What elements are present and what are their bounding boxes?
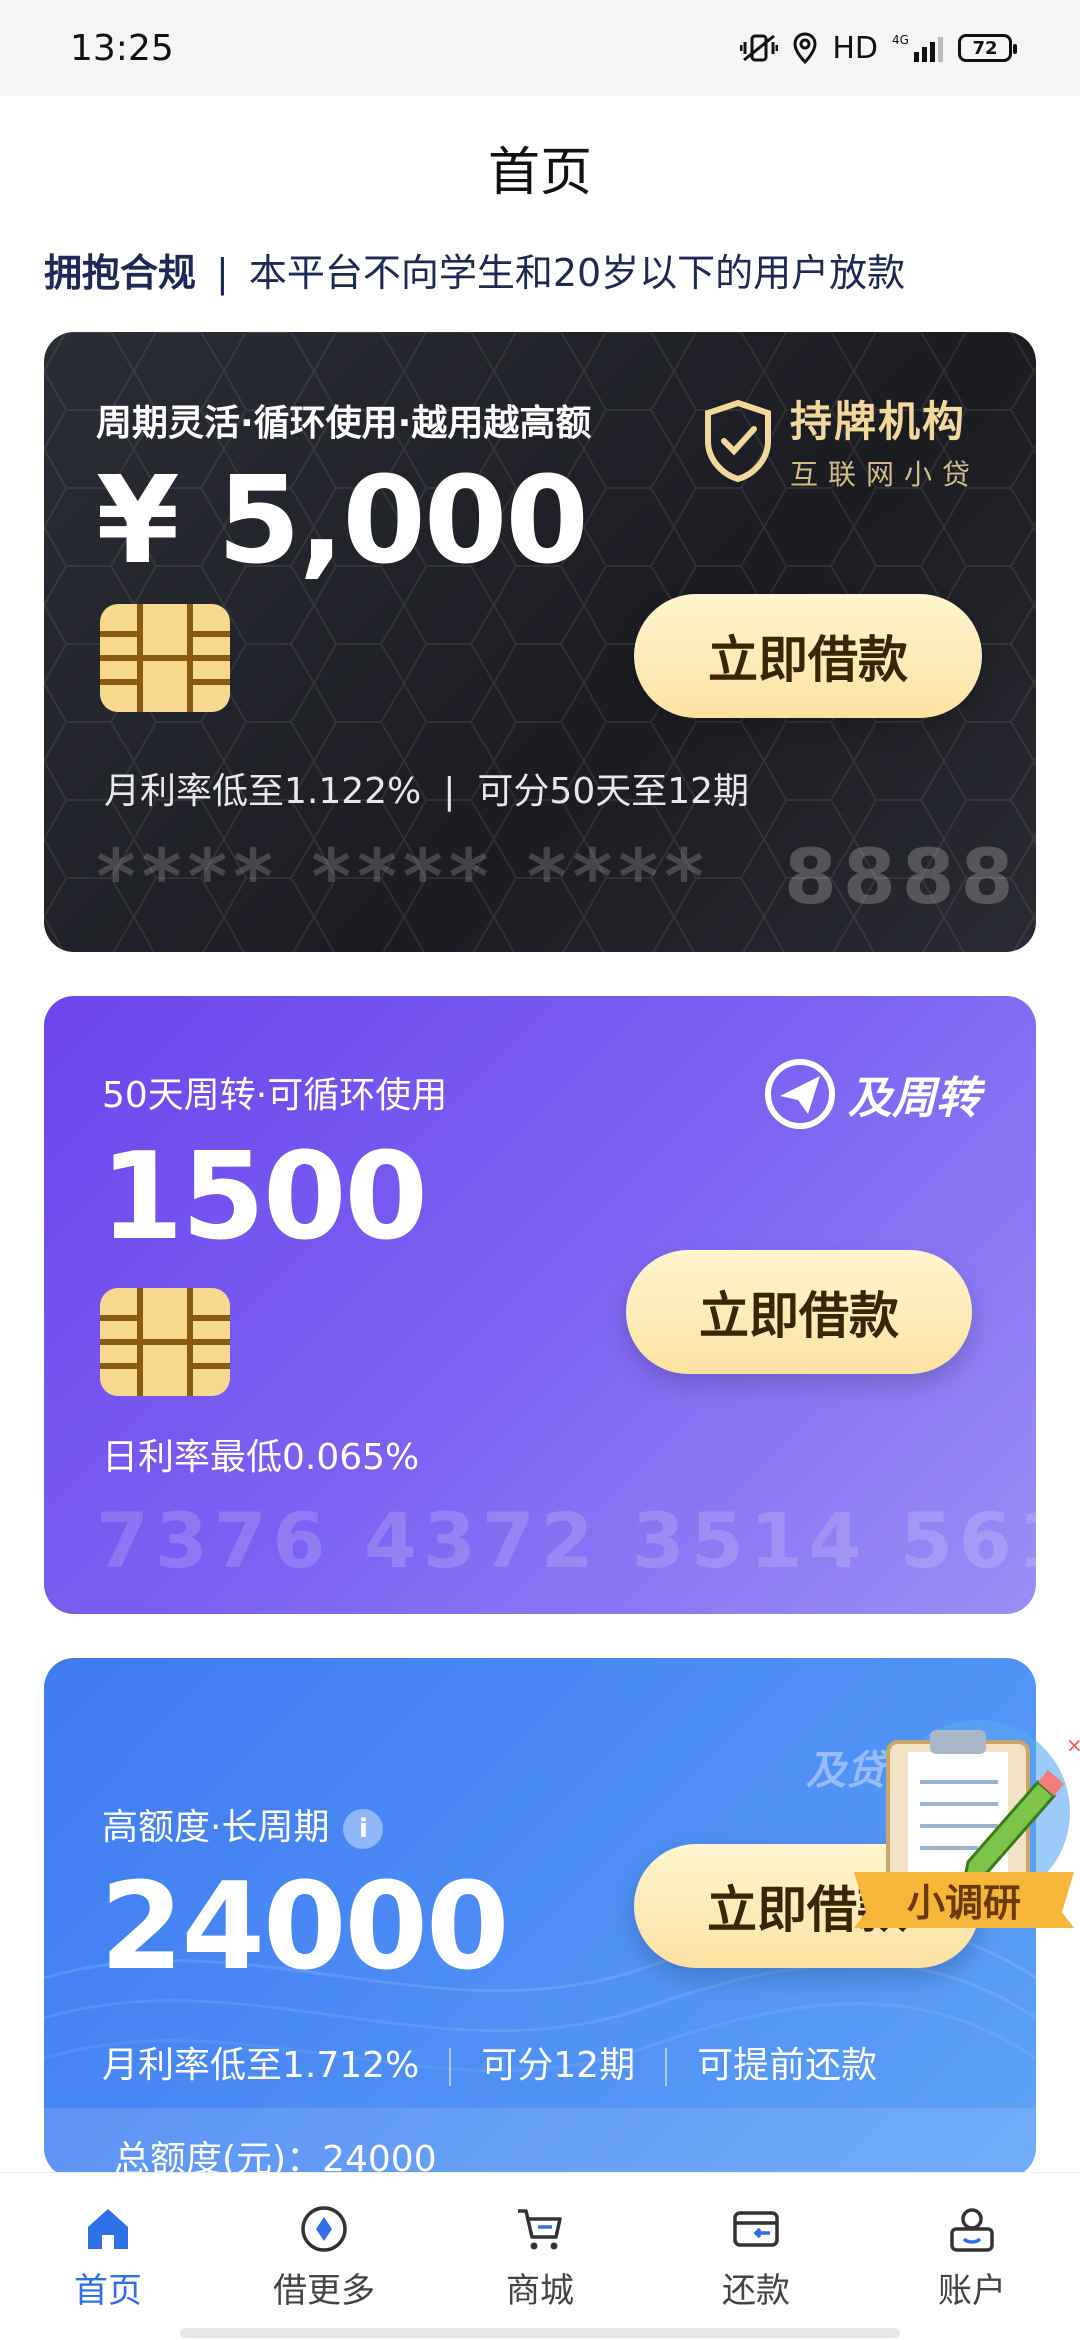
notice-text: 本平台不向学生和20岁以下的用户放款 <box>248 251 906 295</box>
home-indicator[interactable] <box>180 2328 900 2338</box>
paper-plane-icon <box>765 1059 835 1129</box>
card-icon <box>733 2211 779 2247</box>
notice-separator: | <box>216 251 229 295</box>
card-number: 7376 4372 3514 5610 <box>96 1496 1036 1585</box>
survey-float-button[interactable]: 小调研 × <box>848 1712 1080 1940</box>
nav-account[interactable]: 账户 <box>892 2203 1052 2312</box>
nav-borrow-more[interactable]: 借更多 <box>244 2203 404 2312</box>
nav-repay[interactable]: 还款 <box>676 2203 836 2312</box>
chip-icon <box>100 1288 230 1396</box>
shield-check-icon <box>704 399 771 482</box>
loan-card-licensed[interactable]: 周期灵活·循环使用·越用越高额 持牌机构 互联网小贷 ¥ 5,000 立即借款 … <box>44 332 1036 952</box>
clipboard-pencil-icon: 小调研 × <box>854 1720 1080 1928</box>
nav-label: 还款 <box>722 2271 790 2311</box>
card-subtitle: 高额度·长周期 <box>102 1807 330 1848</box>
card-subtitle: 周期灵活·循环使用·越用越高额 <box>96 403 592 444</box>
installment-info: 可分12期 <box>481 2045 636 2086</box>
vibrate-icon <box>740 33 779 63</box>
license-main-text: 持牌机构 <box>789 397 966 446</box>
rate-separator: | <box>443 771 456 812</box>
nav-mall[interactable]: 商城 <box>460 2203 620 2312</box>
compass-icon <box>301 2206 347 2252</box>
status-bar: 13:25 HD 4G 72 <box>0 0 1080 96</box>
total-limit-bar: 总额度(元)：24000 <box>44 2108 1036 2178</box>
home-icon <box>88 2209 128 2249</box>
nav-label: 首页 <box>74 2271 142 2311</box>
card-number-masked: **** **** **** <box>96 832 710 921</box>
license-badge: 持牌机构 互联网小贷 <box>702 388 980 493</box>
card-number-tail: 8888 <box>784 832 1020 921</box>
signal-icon: 4G <box>892 32 944 64</box>
brand-logo: 及周转 <box>764 1058 980 1130</box>
page-title: 首页 <box>487 143 592 203</box>
card-subtitle-wrap: 高额度·长周期 i <box>102 1798 384 1850</box>
chip-icon <box>100 604 230 712</box>
network-label: 4G <box>892 33 909 47</box>
notice-label: 拥抱合规 <box>44 251 197 295</box>
nav-label: 借更多 <box>273 2271 375 2311</box>
battery-icon: 72 <box>958 34 1017 62</box>
credit-amount: 1500 <box>100 1128 428 1267</box>
status-icons: HD 4G 72 <box>740 30 1017 66</box>
survey-label: 小调研 <box>907 1881 1021 1925</box>
monthly-rate: 月利率低至1.712% <box>102 2045 420 2086</box>
nav-home[interactable]: 首页 <box>28 2203 188 2312</box>
location-icon <box>792 32 818 64</box>
rate-info: 月利率低至1.122% | 可分50天至12期 <box>104 762 749 814</box>
cart-icon <box>518 2209 562 2250</box>
installment-info: 可分50天至12期 <box>477 771 750 812</box>
survey-close-icon: × <box>1066 1733 1080 1757</box>
rate-info: 月利率低至1.712% 可分12期 可提前还款 <box>102 2036 877 2088</box>
user-icon <box>950 2208 994 2252</box>
borrow-now-button[interactable]: 立即借款 <box>634 594 982 718</box>
loan-card-turnover[interactable]: 50天周转·可循环使用 及周转 1500 立即借款 日利率最低0.065% 73… <box>44 996 1036 1614</box>
status-time: 13:25 <box>70 27 174 69</box>
monthly-rate: 月利率低至1.122% <box>104 771 422 812</box>
credit-amount: 24000 <box>100 1858 509 1997</box>
early-repay-info: 可提前还款 <box>697 2045 878 2086</box>
info-icon[interactable]: i <box>343 1809 384 1849</box>
daily-rate: 日利率最低0.065% <box>102 1437 420 1478</box>
nav-label: 商城 <box>506 2271 574 2311</box>
nav-label: 账户 <box>938 2271 1006 2311</box>
bottom-nav: 首页 借更多 商城 还款 账户 <box>0 2172 1080 2340</box>
borrow-now-button[interactable]: 立即借款 <box>626 1250 972 1374</box>
license-sub-text: 互联网小贷 <box>789 458 980 491</box>
brand-name: 及周转 <box>848 1073 980 1124</box>
compliance-notice: 拥抱合规 | 本平台不向学生和20岁以下的用户放款 <box>44 242 905 297</box>
hd-indicator: HD <box>832 30 878 66</box>
credit-amount: ¥ 5,000 <box>96 452 589 591</box>
card-subtitle: 50天周转·可循环使用 <box>102 1075 448 1116</box>
